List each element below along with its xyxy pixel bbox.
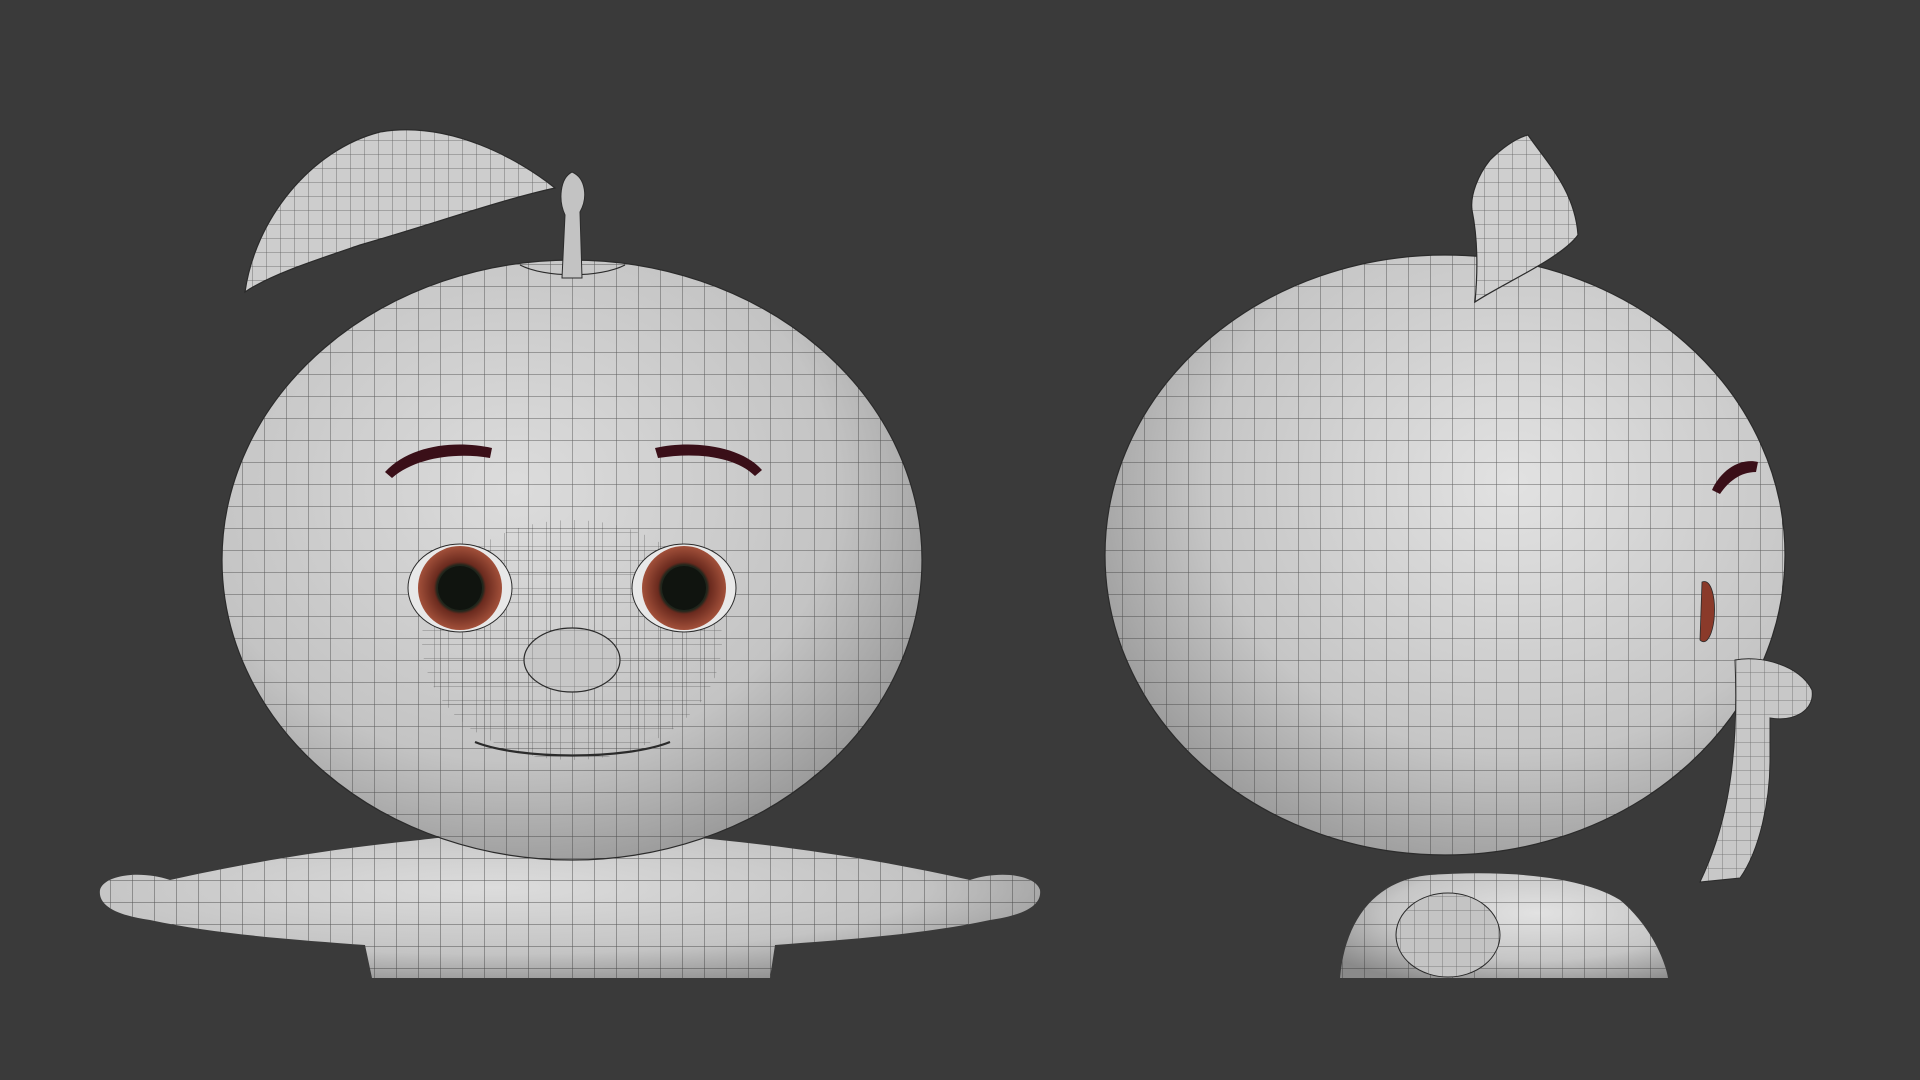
viewport-canvas xyxy=(99,129,1813,978)
front-head xyxy=(221,259,923,861)
nose xyxy=(523,627,621,693)
front-stem xyxy=(560,171,586,279)
side-head xyxy=(1104,254,1786,856)
viewport xyxy=(0,0,1920,1080)
right-eye xyxy=(631,543,737,633)
front-view-model xyxy=(99,129,1041,978)
side-body xyxy=(1340,873,1668,978)
left-eye xyxy=(407,543,513,633)
side-view-model xyxy=(1104,134,1813,978)
